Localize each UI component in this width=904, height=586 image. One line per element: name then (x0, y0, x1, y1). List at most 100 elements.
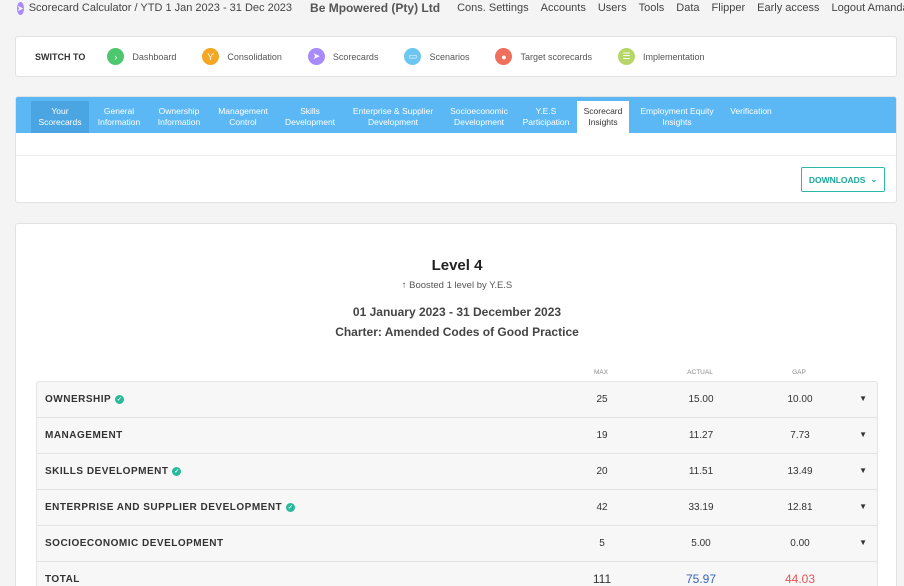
row-actual: 33.19 (688, 502, 714, 513)
expand-caret-icon[interactable]: ▼ (859, 502, 867, 511)
row-max: 19 (596, 430, 608, 441)
boost-text: Boosted 1 level by Y.E.S (409, 280, 513, 291)
switch-consolidation[interactable]: Ƴ Consolidation (202, 48, 282, 65)
row-gap: 12.81 (787, 502, 813, 513)
arrow-up-icon: ↑ (401, 280, 407, 291)
total-gap: 44.03 (784, 572, 816, 586)
switch-scenarios[interactable]: ▭ Scenarios (404, 48, 469, 65)
row-name: SOCIOECONOMIC DEVELOPMENT (45, 538, 224, 549)
tab-enterprise-supplier-development[interactable]: Enterprise & Supplier Development (343, 101, 443, 133)
downloads-button[interactable]: DOWNLOADS ⌄ (801, 167, 885, 192)
tab-label-line1: Ownership (158, 106, 200, 116)
merge-icon: Ƴ (202, 48, 220, 65)
boost-note: ↑ Boosted 1 level by Y.E.S (16, 280, 898, 291)
expand-caret-icon[interactable]: ▼ (859, 394, 867, 403)
expand-caret-icon[interactable]: ▼ (859, 430, 867, 439)
row-name: ENTERPRISE AND SUPPLIER DEVELOPMENT ✓ (45, 502, 296, 513)
tab-socioeconomic-development[interactable]: Socioeconomic Development (443, 101, 515, 133)
tab-scorecard-insights[interactable]: Scorecard Insights (577, 101, 629, 133)
tab-management-control[interactable]: Management Control (209, 101, 277, 133)
chevron-right-icon: › (107, 48, 125, 65)
row-gap: 10.00 (787, 394, 813, 405)
table-row-socioeconomic-development[interactable]: SOCIOECONOMIC DEVELOPMENT 5 5.00 0.00 ▼ (37, 526, 877, 562)
col-header-gap: GAP (792, 369, 806, 376)
nav-early-access[interactable]: Early access (757, 2, 819, 14)
switch-target-scorecards[interactable]: ● Target scorecards (495, 48, 592, 65)
tab-label-line2: Information (97, 117, 141, 127)
table-row-total: TOTAL 111 75.97 44.03 (37, 562, 877, 586)
date-range: 01 January 2023 - 31 December 2023 (352, 305, 562, 319)
row-actual: 5.00 (691, 538, 711, 549)
list-icon: ☰ (618, 48, 636, 65)
row-name-text: ENTERPRISE AND SUPPLIER DEVELOPMENT (45, 502, 283, 513)
bee-level: Level 4 (431, 257, 483, 274)
switch-item-label: Dashboard (132, 51, 177, 62)
tab-label-line1: Verification (730, 106, 772, 116)
row-max: 5 (599, 538, 605, 549)
switch-implementation[interactable]: ☰ Implementation (618, 48, 705, 65)
tab-label-line1: General (103, 106, 135, 116)
nav-logout[interactable]: Logout Amanda (832, 2, 904, 14)
check-circle-icon: ✓ (286, 503, 296, 512)
tab-label-line2: Participation (522, 117, 570, 127)
switch-item-label: Consolidation (227, 51, 282, 62)
tab-your-scorecards[interactable]: Your Scorecards (31, 101, 89, 133)
row-actual: 11.27 (688, 430, 714, 441)
table-row-enterprise-supplier-development[interactable]: ENTERPRISE AND SUPPLIER DEVELOPMENT ✓ 42 … (37, 490, 877, 526)
nav-data[interactable]: Data (676, 2, 699, 14)
paper-plane-icon: ➤ (307, 48, 325, 65)
map-pin-icon: ● (495, 48, 513, 65)
tab-label-line1: Your (51, 106, 69, 116)
row-gap: 7.73 (790, 430, 810, 441)
monitor-icon: ▭ (404, 48, 422, 65)
top-nav: Cons. Settings Accounts Users Tools Data… (457, 2, 904, 14)
company-name: Be Mpowered (Pty) Ltd (310, 1, 441, 15)
total-actual: 75.97 (685, 572, 717, 586)
tab-label-line1: Enterprise & Supplier (352, 106, 434, 116)
tab-label-line2: Insights (588, 117, 618, 127)
tab-ownership-information[interactable]: Ownership Information (149, 101, 209, 133)
row-max: 25 (596, 394, 608, 405)
tab-label-line2: Insights (662, 117, 692, 127)
tab-content-strip (16, 133, 896, 156)
switch-to-label: SWITCH TO (35, 51, 86, 62)
row-name-text: SOCIOECONOMIC DEVELOPMENT (45, 538, 224, 549)
row-name: OWNERSHIP ✓ (45, 394, 125, 405)
nav-cons-settings[interactable]: Cons. Settings (457, 2, 529, 14)
switch-scorecards[interactable]: ➤ Scorecards (307, 48, 378, 65)
tab-skills-development[interactable]: Skills Development (277, 101, 343, 133)
tab-label-line1: Management (218, 106, 268, 116)
nav-accounts[interactable]: Accounts (541, 2, 586, 14)
expand-caret-icon[interactable]: ▼ (859, 538, 867, 547)
switch-dashboard[interactable]: › Dashboard (107, 48, 176, 65)
tab-label-line1: Skills (300, 106, 320, 116)
row-gap: 0.00 (790, 538, 810, 549)
tab-verification[interactable]: Verification (725, 101, 777, 133)
switch-item-label: Target scorecards (520, 51, 593, 62)
row-gap: 13.49 (787, 466, 813, 477)
row-name: SKILLS DEVELOPMENT ✓ (45, 466, 182, 477)
tab-label-line1: Socioeconomic (450, 106, 508, 116)
tab-general-information[interactable]: General Information (89, 101, 149, 133)
tab-label-line2: Development (453, 117, 505, 127)
table-row-ownership[interactable]: OWNERSHIP ✓ 25 15.00 10.00 ▼ (37, 382, 877, 418)
nav-flipper[interactable]: Flipper (712, 2, 746, 14)
row-max: 42 (596, 502, 608, 513)
switch-item-label: Scenarios (429, 51, 470, 62)
tab-label-line1: Y.E.S (535, 106, 557, 116)
expand-caret-icon[interactable]: ▼ (859, 466, 867, 475)
nav-tools[interactable]: Tools (639, 2, 665, 14)
tab-employment-equity-insights[interactable]: Employment Equity Insights (629, 101, 725, 133)
row-name: MANAGEMENT (45, 430, 123, 441)
nav-users[interactable]: Users (598, 2, 627, 14)
app-title-text: Scorecard Calculator (28, 2, 132, 14)
downloads-label: DOWNLOADS (808, 174, 866, 185)
col-header-actual: ACTUAL (687, 369, 713, 376)
table-row-management[interactable]: MANAGEMENT 19 11.27 7.73 ▼ (37, 418, 877, 454)
row-name-text: MANAGEMENT (45, 430, 123, 441)
check-circle-icon: ✓ (115, 395, 125, 404)
tab-yes-participation[interactable]: Y.E.S Participation (515, 101, 577, 133)
top-bar: ➤ Scorecard Calculator / YTD 1 Jan 2023 … (0, 0, 904, 16)
table-row-skills-development[interactable]: SKILLS DEVELOPMENT ✓ 20 11.51 13.49 ▼ (37, 454, 877, 490)
tab-label-line2: Scorecards (38, 117, 82, 127)
